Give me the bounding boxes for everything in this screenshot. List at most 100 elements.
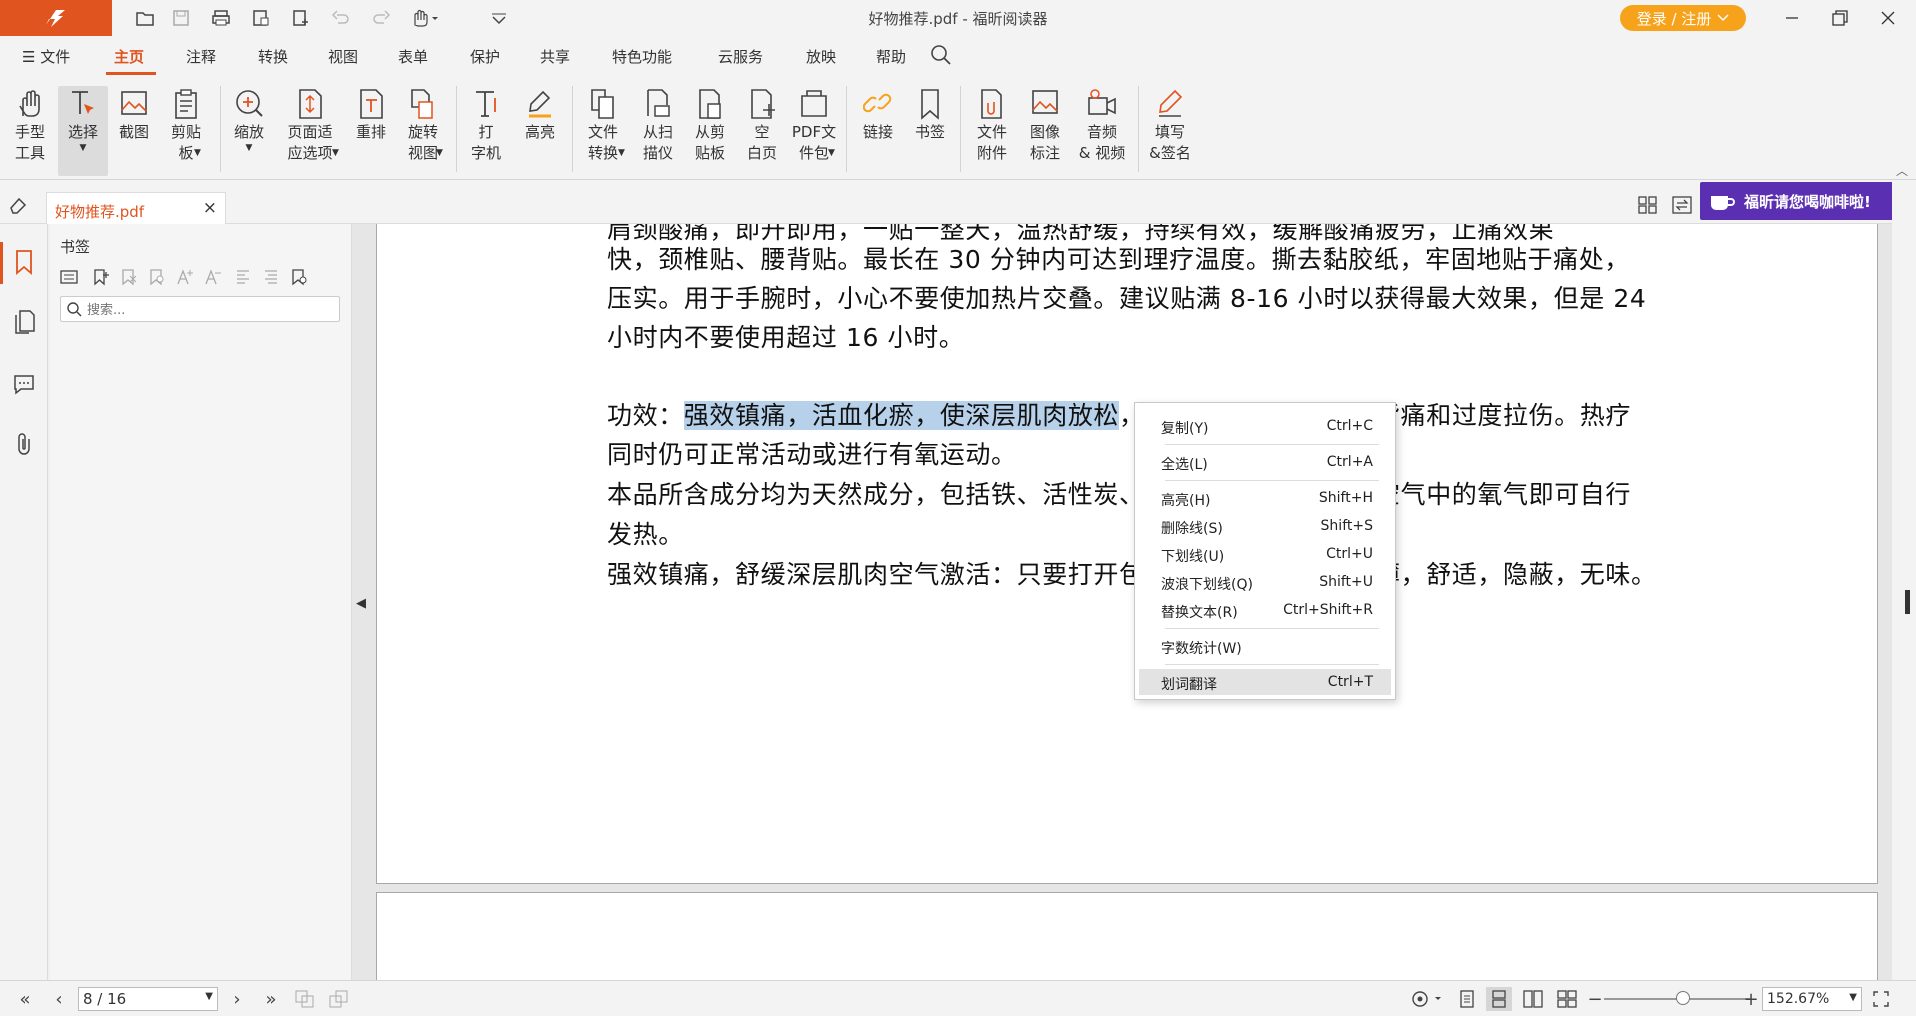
undo-icon[interactable] bbox=[326, 4, 356, 32]
open-folder-icon[interactable] bbox=[130, 4, 160, 32]
switch-view-icon[interactable] bbox=[1672, 196, 1692, 214]
decrease-font-icon[interactable] bbox=[200, 264, 226, 290]
bookmark-search-input[interactable] bbox=[87, 300, 333, 320]
restore-button[interactable] bbox=[1820, 2, 1860, 34]
pdf-next-page[interactable] bbox=[376, 892, 1878, 982]
menu-form[interactable]: 表单 bbox=[398, 46, 428, 67]
save-icon[interactable] bbox=[166, 4, 196, 32]
comments-panel-icon[interactable] bbox=[8, 368, 40, 400]
previous-page-icon[interactable]: ‹ bbox=[46, 987, 72, 1011]
file-menu[interactable]: ☰ 文件 bbox=[22, 46, 70, 67]
hand-tool-button[interactable]: 手型 工具 bbox=[6, 86, 54, 176]
reflow-button[interactable]: 重排 bbox=[348, 86, 394, 176]
add-bookmark-icon[interactable] bbox=[88, 264, 114, 290]
highlight-button[interactable]: 高亮 bbox=[516, 86, 564, 176]
login-register-button[interactable]: 登录 / 注册 bbox=[1620, 5, 1746, 31]
find-bookmark-icon[interactable] bbox=[144, 264, 170, 290]
delete-bookmark-icon[interactable] bbox=[116, 264, 142, 290]
bookmark-search-field[interactable] bbox=[60, 296, 340, 322]
search-icon[interactable] bbox=[930, 44, 952, 66]
link-button[interactable]: 链接 bbox=[854, 86, 902, 176]
from-clipboard-button[interactable]: 从剪 贴板 bbox=[686, 86, 734, 176]
print-icon[interactable] bbox=[206, 4, 236, 32]
ctx-select-all[interactable]: 全选(L) Ctrl+A bbox=[1139, 449, 1391, 475]
bookmark-settings-icon[interactable] bbox=[286, 264, 312, 290]
pdf-package-button[interactable]: PDF文 件包 ▼ bbox=[788, 86, 840, 176]
rotate-view-button[interactable]: 旋转 视图 ▼ bbox=[398, 86, 448, 176]
blank-page-button[interactable]: 空 白页 bbox=[738, 86, 786, 176]
properties-icon[interactable] bbox=[246, 4, 276, 32]
ctx-underline[interactable]: 下划线(U) Ctrl+U bbox=[1139, 541, 1391, 567]
clipboard-button[interactable]: 剪贴 板 ▼ bbox=[162, 86, 210, 176]
new-document-icon[interactable] bbox=[286, 4, 316, 32]
zoom-button[interactable]: 缩放 ▼ bbox=[226, 86, 272, 176]
next-view-icon[interactable] bbox=[326, 987, 352, 1011]
single-page-icon[interactable] bbox=[1454, 987, 1480, 1011]
bookmark-panel-icon[interactable] bbox=[8, 246, 40, 278]
fill-sign-button[interactable]: 填写 &签名 bbox=[1144, 86, 1196, 176]
ctx-word-count[interactable]: 字数统计(W) bbox=[1139, 633, 1391, 659]
previous-view-icon[interactable] bbox=[292, 987, 318, 1011]
close-window-button[interactable] bbox=[1868, 2, 1908, 34]
from-scanner-button[interactable]: 从扫 描仪 bbox=[634, 86, 682, 176]
menu-features[interactable]: 特色功能 bbox=[612, 46, 672, 67]
menu-home[interactable]: 主页 bbox=[114, 46, 144, 67]
attachments-panel-icon[interactable] bbox=[8, 428, 40, 460]
edit-eraser-icon[interactable] bbox=[8, 196, 28, 214]
file-convert-button[interactable]: 文件 转换 ▼ bbox=[578, 86, 628, 176]
coffee-promo-banner[interactable]: 福昕请您喝咖啡啦! bbox=[1700, 182, 1902, 220]
expand-bookmarks-icon[interactable] bbox=[230, 264, 256, 290]
zoom-in-icon[interactable]: + bbox=[1738, 987, 1764, 1011]
app-logo[interactable] bbox=[0, 0, 112, 36]
first-page-icon[interactable]: « bbox=[12, 987, 38, 1011]
vertical-scrollbar-thumb[interactable] bbox=[1905, 590, 1910, 614]
select-tool-button[interactable]: 选择 ▼ bbox=[58, 86, 108, 176]
selected-text[interactable]: 强效镇痛，活血化瘀，使深层肌肉放松 bbox=[683, 401, 1120, 430]
menu-help[interactable]: 帮助 bbox=[876, 46, 906, 67]
menu-slideshow[interactable]: 放映 bbox=[806, 46, 836, 67]
customize-toolbar-icon[interactable] bbox=[484, 4, 514, 32]
document-tab[interactable]: 好物推荐.pdf × bbox=[46, 192, 226, 224]
fit-page-button[interactable]: 页面适 应选项 ▼ bbox=[278, 86, 342, 176]
menu-protect[interactable]: 保护 bbox=[470, 46, 500, 67]
pages-panel-icon[interactable] bbox=[8, 306, 40, 338]
continuous-facing-icon[interactable] bbox=[1554, 987, 1580, 1011]
hand-mode-dropdown[interactable] bbox=[406, 4, 442, 32]
menu-convert[interactable]: 转换 bbox=[258, 46, 288, 67]
close-tab-icon[interactable]: × bbox=[203, 198, 217, 218]
file-attachment-button[interactable]: 文件 附件 bbox=[968, 86, 1016, 176]
facing-pages-icon[interactable] bbox=[1520, 987, 1546, 1011]
last-page-icon[interactable]: » bbox=[258, 987, 284, 1011]
ctx-squiggly[interactable]: 波浪下划线(Q) Shift+U bbox=[1139, 569, 1391, 595]
minimize-button[interactable] bbox=[1772, 2, 1812, 34]
increase-font-icon[interactable] bbox=[172, 264, 198, 290]
ctx-replace-text[interactable]: 替换文本(R) Ctrl+Shift+R bbox=[1139, 597, 1391, 623]
bookmark-button[interactable]: 书签 bbox=[906, 86, 954, 176]
fullscreen-icon[interactable] bbox=[1868, 987, 1894, 1011]
typewriter-button[interactable]: 打 字机 bbox=[464, 86, 508, 176]
menu-share[interactable]: 共享 bbox=[540, 46, 570, 67]
page-number-field[interactable]: 8 / 16 ▼ bbox=[78, 987, 218, 1011]
image-annotation-button[interactable]: 图像 标注 bbox=[1020, 86, 1070, 176]
vertical-scrollbar[interactable] bbox=[1892, 180, 1916, 980]
menu-cloud[interactable]: 云服务 bbox=[718, 46, 763, 67]
bookmark-options-icon[interactable] bbox=[56, 264, 82, 290]
collapse-panel-arrow-icon[interactable]: ◀ bbox=[356, 596, 366, 611]
redo-icon[interactable] bbox=[366, 4, 396, 32]
read-mode-dropdown[interactable] bbox=[1410, 987, 1446, 1011]
pdf-page[interactable]: 肩颈酸痛，即开即用，一贴一整天，温热舒缓，持续有效，缓解酸痛疲劳，止痛效果 快，… bbox=[376, 224, 1878, 884]
collapse-ribbon-icon[interactable]: ︿ bbox=[1896, 162, 1908, 179]
next-page-icon[interactable]: › bbox=[224, 987, 250, 1011]
zoom-slider-knob[interactable] bbox=[1676, 991, 1690, 1005]
ctx-copy[interactable]: 复制(Y) Ctrl+C bbox=[1139, 413, 1391, 439]
continuous-page-icon[interactable] bbox=[1486, 987, 1512, 1011]
zoom-level-field[interactable]: 152.67% ▼ bbox=[1762, 987, 1862, 1011]
grid-view-icon[interactable] bbox=[1638, 196, 1658, 214]
ctx-strikethrough[interactable]: 删除线(S) Shift+S bbox=[1139, 513, 1391, 539]
menu-comment[interactable]: 注释 bbox=[186, 46, 216, 67]
ctx-translate[interactable]: 划词翻译 Ctrl+T bbox=[1139, 669, 1391, 695]
menu-view[interactable]: 视图 bbox=[328, 46, 358, 67]
audio-video-button[interactable]: 音频 & 视频 bbox=[1074, 86, 1130, 176]
screenshot-button[interactable]: 截图 bbox=[110, 86, 158, 176]
ctx-highlight[interactable]: 高亮(H) Shift+H bbox=[1139, 485, 1391, 511]
